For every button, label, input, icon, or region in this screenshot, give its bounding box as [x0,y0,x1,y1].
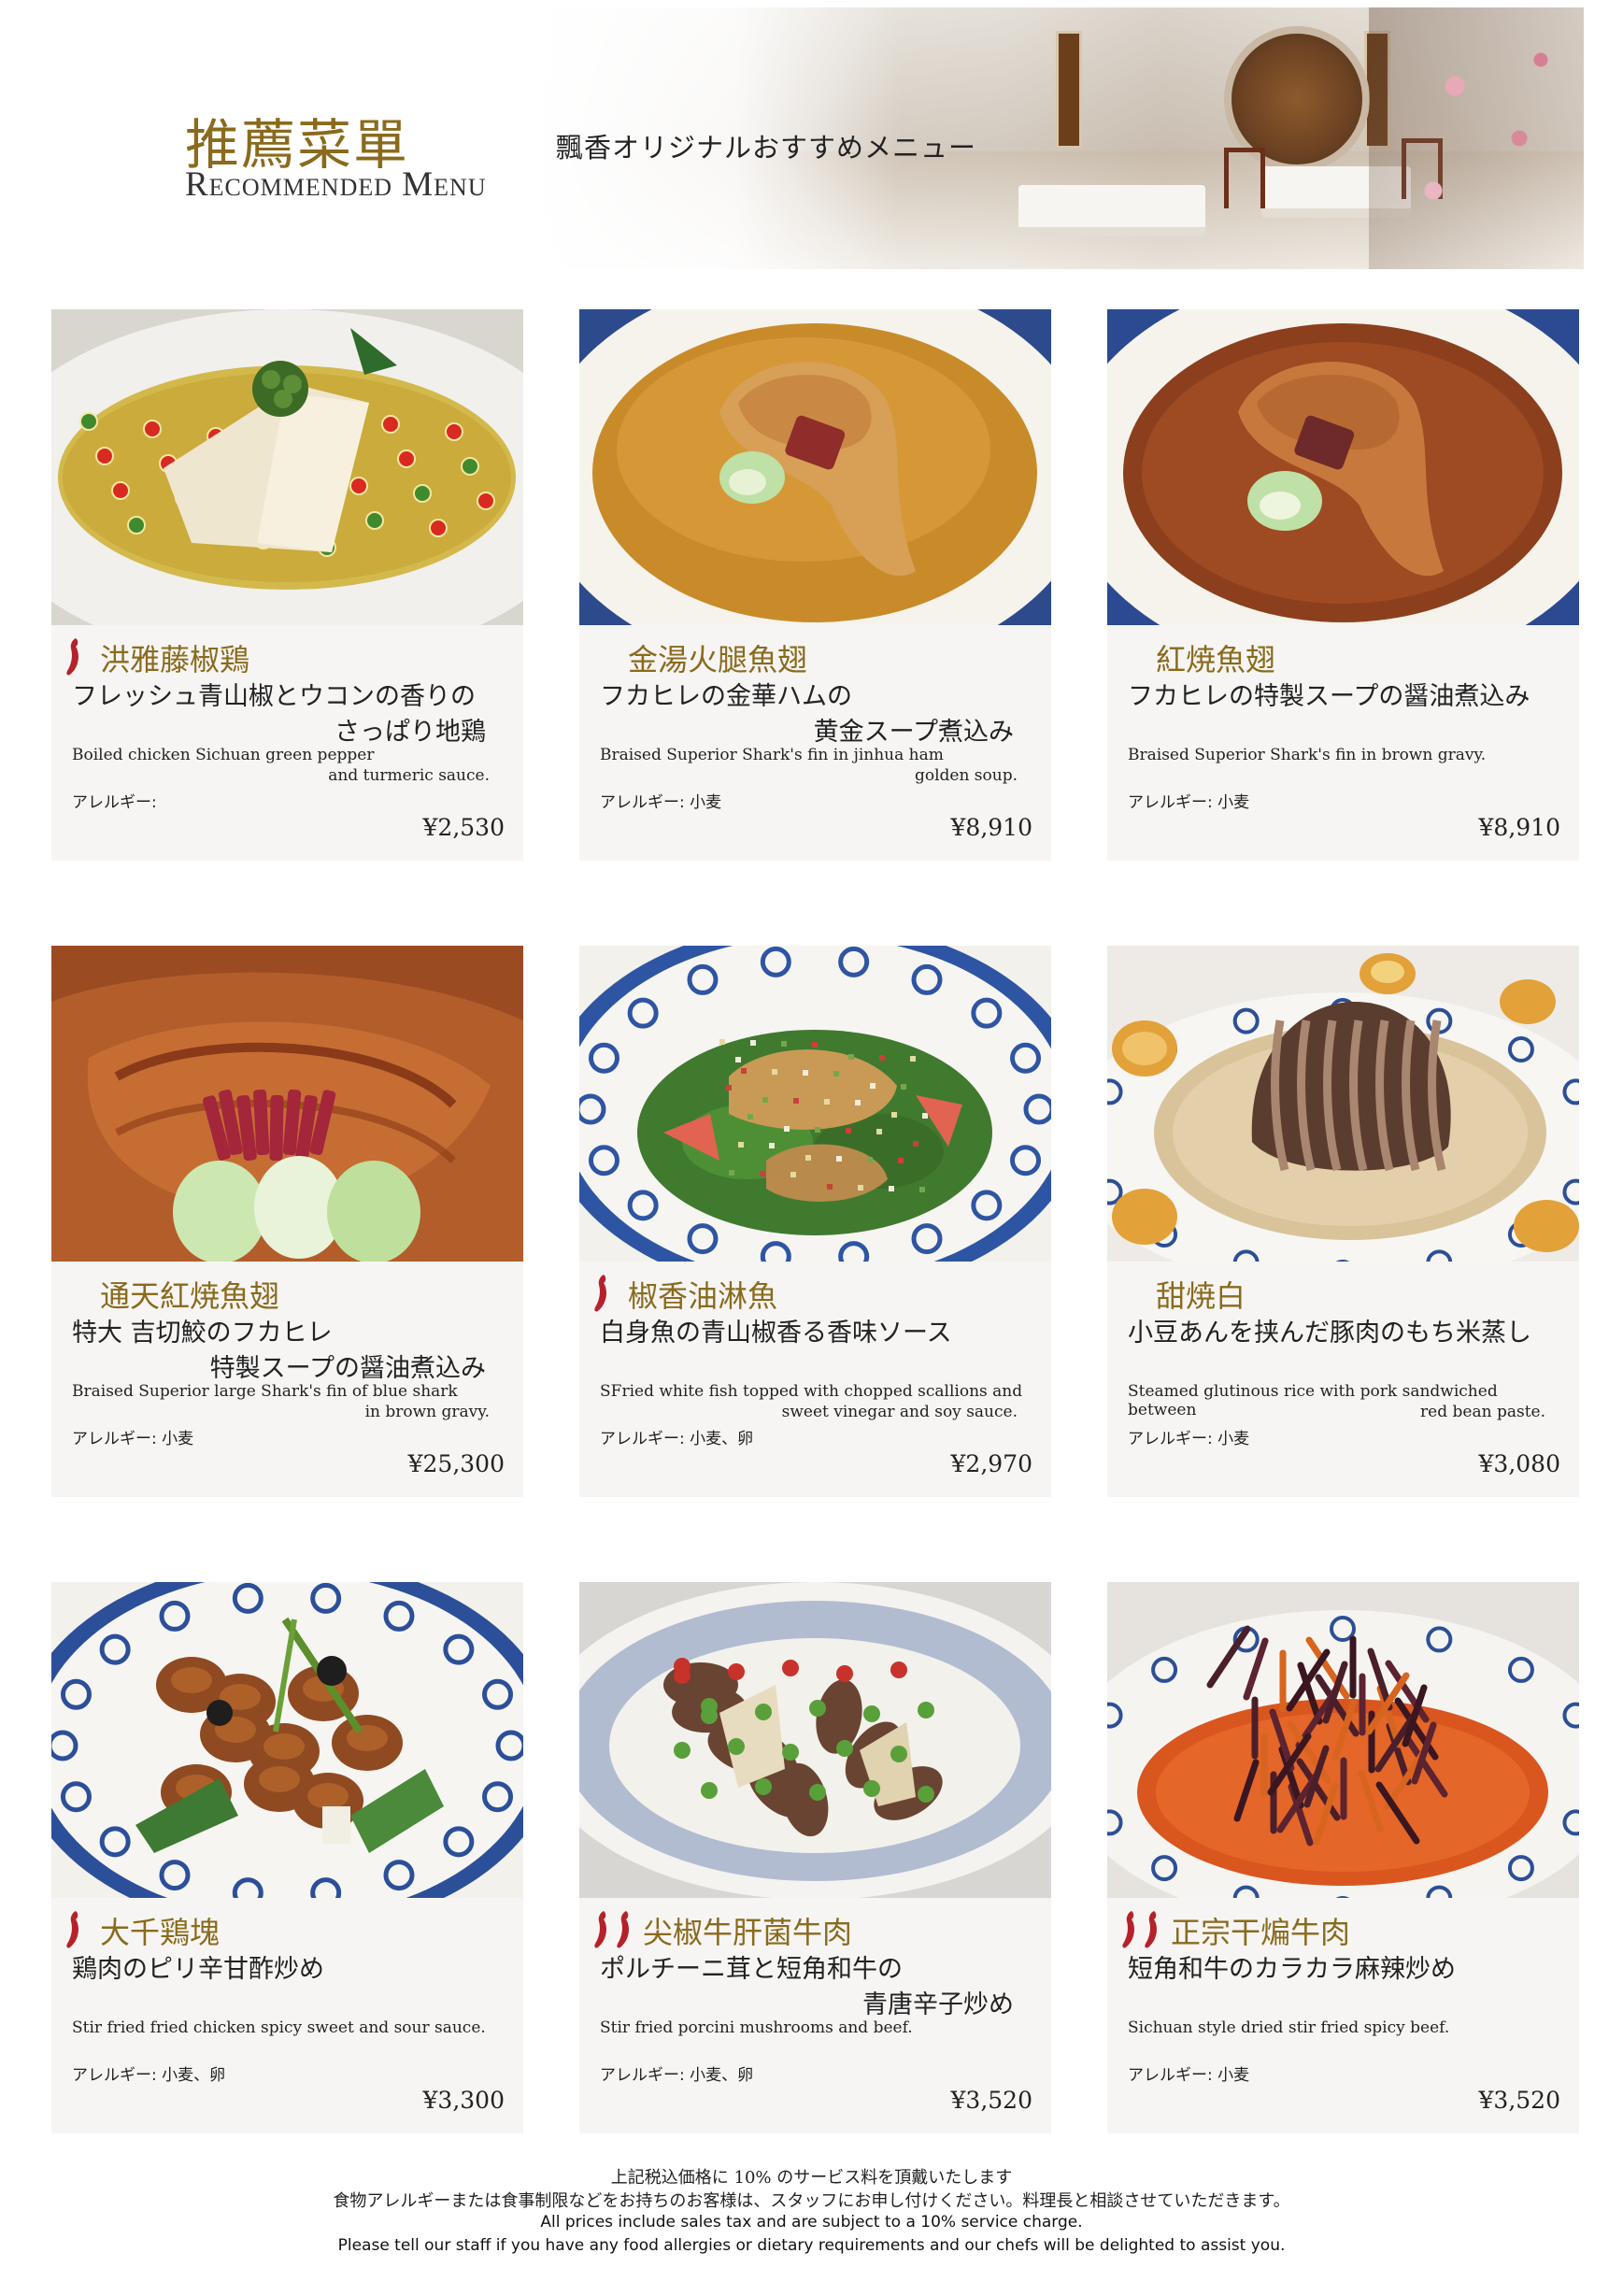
chili-rating [63,636,83,677]
allergy-info: アレルギー: 小麦 [72,1430,194,1448]
dish-description-jp: 鶏肉のピリ辛甘酢炒め [72,1955,324,1984]
dish-photo [1107,1582,1579,1898]
dish-name: 甜焼白 [1156,1278,1246,1314]
dish-description-jp: ポルチーニ茸と短角和牛の [600,1955,903,1984]
dish-price: ¥8,910 [1478,814,1560,841]
fried-fish-photo [579,946,1051,1262]
dish-description-jp-cont: 特製スープの醤油煮込み [209,1354,486,1383]
dish-photo [51,946,523,1262]
menu-card: 椒香油淋魚 白身魚の青山椒香る香味ソース SFried white fish t… [579,946,1051,1497]
chili-icon [594,1275,606,1312]
dish-description-jp: 特大 吉切鮫のフカヒレ [72,1319,333,1348]
dish-photo [51,1582,523,1898]
dish-description-jp: フレッシュ青山椒とウコンの香りの [72,682,476,711]
dish-description-en: Braised Superior large Shark's fin of bl… [72,1382,458,1401]
large-shark-fin-photo [51,946,523,1262]
dish-photo [1107,309,1579,625]
footer-service-charge-en: All prices include sales tax and are sub… [540,2213,1083,2232]
dish-description-en: Stir fried porcini mushrooms and beef. [600,2018,913,2037]
dish-name: 通天紅焼魚翅 [100,1278,280,1314]
dish-description-en-cont: red bean paste. [1420,1403,1545,1421]
dish-description-jp: フカヒレの金華ハムの [600,682,852,711]
allergy-info: アレルギー: 小麦、卵 [72,2066,226,2085]
dish-description-en-cont: and turmeric sauce. [328,766,490,785]
dish-description-jp: 小豆あんを挟んだ豚肉のもち米蒸し [1128,1319,1531,1348]
allergy-info: アレルギー: 小麦 [1128,2066,1250,2085]
dish-description-en: Stir fried fried chicken spicy sweet and… [72,2018,486,2037]
page-title-en: Recommended Menu [185,165,487,204]
chili-icon [66,638,78,676]
dish-description-en: Sichuan style dried stir fried spicy bee… [1128,2018,1450,2037]
allergy-info: アレルギー: 小麦、卵 [600,2066,754,2085]
dish-description-en-cont: golden soup. [914,766,1018,785]
chili-rating [63,1909,83,1950]
dish-name: 大千鶏塊 [100,1915,221,1950]
sweet-sour-chicken-photo [51,1582,523,1898]
dish-price: ¥3,520 [1478,2087,1560,2114]
chili-icon [1122,1911,1134,1948]
dish-description-jp-cont: さっぱり地鶏 [335,718,486,747]
dish-description-jp: フカヒレの特製スープの醤油煮込み [1128,682,1530,711]
dish-photo [579,309,1051,625]
menu-card: 紅焼魚翅 フカヒレの特製スープの醤油煮込み Braised Superior S… [1107,309,1579,861]
shark-fin-brown-gravy-photo [1107,309,1579,625]
menu-card: 尖椒牛肝菌牛肉 ポルチーニ茸と短角和牛の 青唐辛子炒め Stir fried p… [579,1582,1051,2133]
dish-description-en: Braised Superior Shark's fin in jinhua h… [600,746,944,764]
allergy-info: アレルギー: [72,793,157,812]
dry-fried-beef-photo [1107,1582,1579,1898]
dish-name: 洪雅藤椒鶏 [100,642,250,677]
page-subtitle: 飄香オリジナルおすすめメニュー [556,132,977,164]
dish-price: ¥8,910 [950,814,1032,841]
allergy-info: アレルギー: 小麦、卵 [600,1430,754,1448]
dish-photo [579,946,1051,1262]
chili-rating [1118,1909,1161,1950]
dish-price: ¥3,300 [422,2087,505,2114]
menu-card: 大千鶏塊 鶏肉のピリ辛甘酢炒め Stir fried fried chicken… [51,1582,523,2133]
dish-photo [51,309,523,625]
dish-description-en: Boiled chicken Sichuan green pepper [72,746,375,764]
dish-description-jp-cont: 黄金スープ煮込み [813,718,1014,747]
chili-icon [66,1911,78,1948]
footer-allergy-notice-jp: 食物アレルギーまたは食事制限などをお持ちのお客様は、スタッフにお申し付けください… [333,2191,1290,2211]
dish-description-jp-cont: 青唐辛子炒め [862,1990,1014,2019]
dish-description-en: SFried white fish topped with chopped sc… [600,1382,1023,1401]
dish-name: 尖椒牛肝菌牛肉 [643,1915,853,1950]
dish-description-en: Braised Superior Shark's fin in brown gr… [1128,746,1487,764]
dish-name: 正宗干煸牛肉 [1171,1915,1351,1950]
steamed-pork-rice-photo [1107,946,1579,1262]
sichuan-chicken-photo [51,309,523,625]
dish-price: ¥2,530 [422,814,505,841]
chili-icon [1145,1911,1157,1948]
dish-price: ¥3,520 [950,2087,1032,2114]
dish-name: 椒香油淋魚 [628,1278,778,1314]
menu-card: 甜焼白 小豆あんを挟んだ豚肉のもち米蒸し Steamed glutinous r… [1107,946,1579,1497]
allergy-info: アレルギー: 小麦 [1128,793,1250,812]
dish-description-jp: 短角和牛のカラカラ麻辣炒め [1128,1955,1456,1984]
chili-rating [591,1273,611,1314]
allergy-info: アレルギー: 小麦 [600,793,722,812]
dish-price: ¥3,080 [1478,1450,1560,1477]
dish-description-jp: 白身魚の青山椒香る香味ソース [600,1319,952,1348]
menu-card: 正宗干煸牛肉 短角和牛のカラカラ麻辣炒め Sichuan style dried… [1107,1582,1579,2133]
dish-name: 金湯火腿魚翅 [628,642,808,677]
footer-service-charge-jp: 上記税込価格に 10% のサービス料を頂戴いたします [610,2168,1013,2188]
allergy-info: アレルギー: 小麦 [1128,1430,1250,1448]
dish-description-en-cont: in brown gravy. [364,1403,490,1421]
menu-card: 通天紅焼魚翅 特大 吉切鮫のフカヒレ 特製スープの醤油煮込み Braised S… [51,946,523,1497]
dish-name: 紅焼魚翅 [1156,642,1276,677]
menu-card: 金湯火腿魚翅 フカヒレの金華ハムの 黄金スープ煮込み Braised Super… [579,309,1051,861]
menu-card: 洪雅藤椒鶏 フレッシュ青山椒とウコンの香りの さっぱり地鶏 Boiled chi… [51,309,523,861]
shark-fin-golden-soup-photo [579,309,1051,625]
dish-photo [1107,946,1579,1262]
porcini-beef-photo [579,1582,1051,1898]
chili-rating [591,1909,634,1950]
dish-price: ¥25,300 [407,1450,505,1477]
dish-description-en-cont: sweet vinegar and soy sauce. [781,1403,1018,1421]
footer-allergy-notice-en: Please tell our staff if you have any fo… [337,2236,1286,2255]
dish-photo [579,1582,1051,1898]
dish-price: ¥2,970 [950,1450,1032,1477]
chili-icon [617,1911,629,1948]
chili-icon [594,1911,606,1948]
